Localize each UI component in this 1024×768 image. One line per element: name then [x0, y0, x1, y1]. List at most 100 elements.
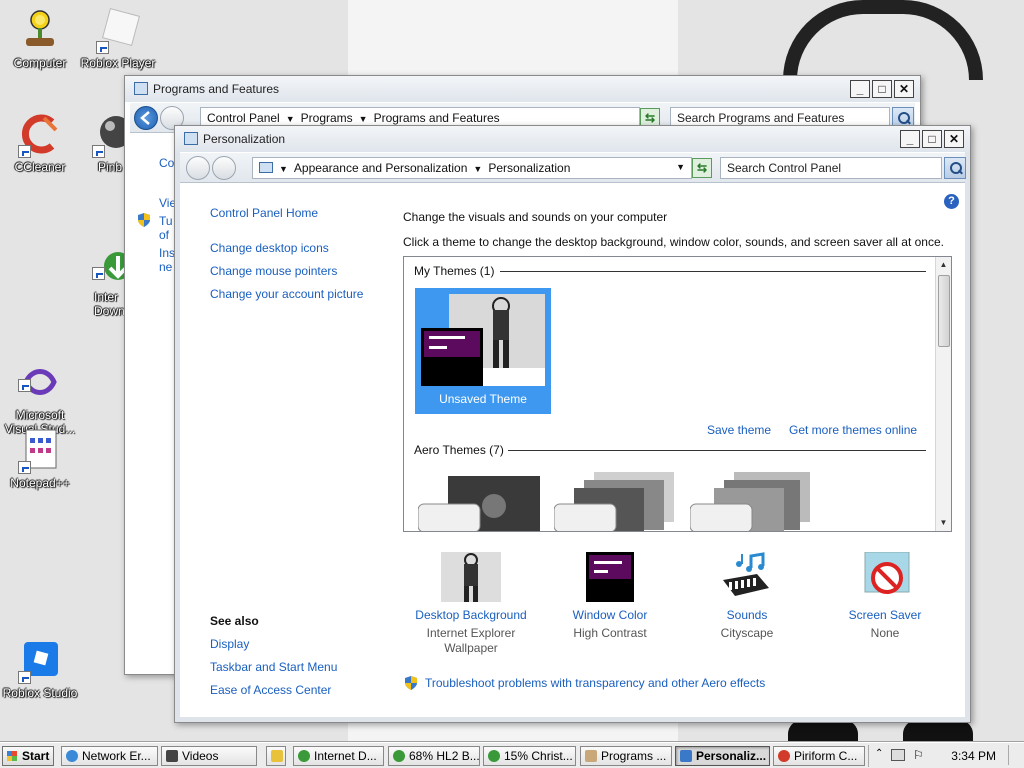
ccleaner-icon	[18, 112, 62, 158]
taskbar-item-videos[interactable]: Videos	[161, 746, 257, 766]
network-icon[interactable]	[891, 749, 905, 761]
sounds-item[interactable]: Sounds Cityscape	[687, 552, 807, 641]
back-button[interactable]	[186, 156, 210, 180]
desktop-icon-computer[interactable]: Computer	[0, 8, 80, 70]
theme-gallery[interactable]: My Themes (1) Unsaved Theme Save theme G…	[403, 256, 952, 532]
chevron-down-icon[interactable]: ▼	[279, 164, 288, 174]
change-account-picture-link[interactable]: Change your account picture	[210, 287, 363, 301]
aero-theme-windows[interactable]	[417, 472, 548, 531]
scroll-down-icon[interactable]: ▼	[936, 515, 951, 531]
sounds-icon	[717, 552, 777, 602]
taskbar-item-network-error[interactable]: Network Er...	[61, 746, 158, 766]
ease-of-access-link[interactable]: Ease of Access Center	[210, 683, 331, 697]
desktop: Computer Roblox Player CCleaner Pinb Int…	[0, 0, 1024, 742]
taskbar-start-menu-link[interactable]: Taskbar and Start Menu	[210, 660, 337, 674]
group-divider	[500, 271, 926, 272]
group-divider	[508, 450, 926, 451]
aero-theme-architecture[interactable]	[553, 472, 684, 531]
taskbar-item-hl2[interactable]: 68% HL2 B...	[388, 746, 480, 766]
flag-icon[interactable]: ⚐	[913, 748, 924, 762]
desktop-icon-label: Pinb	[98, 160, 123, 174]
chevron-up-icon[interactable]: ⌃	[875, 748, 883, 759]
troubleshoot-aero-link[interactable]: Troubleshoot problems with transparency …	[425, 676, 765, 690]
wallpaper-headphones	[783, 0, 983, 80]
aero-theme-landscapes[interactable]	[689, 472, 820, 531]
minimize-button[interactable]: _	[900, 130, 920, 148]
download-icon	[298, 750, 310, 762]
roblox-studio-icon	[18, 638, 62, 684]
taskbar-item-internet-d[interactable]: Internet D...	[293, 746, 384, 766]
theme-preview	[421, 294, 545, 386]
window-title: Programs and Features	[153, 82, 280, 96]
control-panel-icon	[134, 82, 148, 95]
refresh-button[interactable]: ⇆	[692, 158, 712, 178]
control-panel-home-link[interactable]: Control Panel Home	[210, 206, 318, 220]
taskbar-item-piriform[interactable]: Piriform C...	[773, 746, 865, 766]
breadcrumb-appearance[interactable]: Appearance and Personalization	[294, 161, 467, 175]
desktop-icon-roblox-player[interactable]: Roblox Player	[78, 8, 158, 70]
gallery-scrollbar[interactable]: ▲ ▼	[935, 257, 951, 531]
unsaved-theme-tile[interactable]: Unsaved Theme	[415, 288, 551, 414]
desktop-background-link[interactable]: Desktop Background	[415, 608, 526, 622]
desktop-icon-notepadpp[interactable]: Notepad++	[0, 428, 80, 490]
start-button[interactable]: Start	[2, 746, 54, 766]
taskbar-item-personalization[interactable]: Personaliz...	[675, 746, 770, 766]
scroll-up-icon[interactable]: ▲	[936, 257, 951, 273]
page-heading: Change the visuals and sounds on your co…	[403, 210, 668, 224]
help-icon[interactable]: ?	[944, 194, 959, 209]
taskbar-item-programs[interactable]: Programs ...	[580, 746, 672, 766]
see-also-heading: See also	[210, 614, 259, 628]
maximize-button[interactable]: □	[872, 80, 892, 98]
close-button[interactable]: ✕	[894, 80, 914, 98]
minimize-button[interactable]: _	[850, 80, 870, 98]
personalization-icon	[184, 132, 198, 145]
breadcrumb-personalization[interactable]: Personalization	[488, 161, 570, 175]
desktop-icon-internet-download[interactable]: Inter Down	[80, 220, 132, 332]
screen-saver-icon	[855, 551, 915, 602]
window-color-link[interactable]: Window Color	[573, 608, 648, 622]
close-button[interactable]: ✕	[944, 130, 964, 148]
show-desktop-icon	[271, 750, 283, 762]
personalization-titlebar[interactable]: Personalization _ □ ✕	[175, 126, 970, 152]
chevron-down-icon[interactable]: ▼	[676, 162, 685, 172]
folder-icon	[166, 750, 178, 762]
desktop-icon-pinball[interactable]: Pinb	[80, 112, 132, 174]
breadcrumb-control-panel[interactable]: Control Panel	[207, 111, 280, 125]
desktop-icon-ccleaner[interactable]: CCleaner	[0, 112, 80, 174]
search-button[interactable]	[944, 157, 966, 179]
maximize-button[interactable]: □	[922, 130, 942, 148]
personalization-window[interactable]: Personalization _ □ ✕ ▼ Appearance and Pe…	[174, 125, 971, 723]
window-color-item[interactable]: Window Color High Contrast	[550, 552, 670, 641]
change-mouse-pointers-link[interactable]: Change mouse pointers	[210, 264, 337, 278]
wallpaper-foot-right	[903, 720, 973, 742]
save-theme-link[interactable]: Save theme	[707, 423, 771, 437]
taskbar-item-desktop[interactable]	[266, 746, 286, 766]
scroll-thumb[interactable]	[938, 275, 950, 347]
show-desktop-button[interactable]	[1008, 745, 1020, 765]
forward-button[interactable]	[212, 156, 236, 180]
programs-titlebar[interactable]: Programs and Features _ □ ✕	[125, 76, 920, 102]
control-panel-search-input[interactable]: Search Control Panel	[720, 157, 942, 179]
personalization-breadcrumb[interactable]: ▼ Appearance and Personalization ▼ Personal…	[252, 157, 692, 179]
desktop-icon-roblox-studio[interactable]: Roblox Studio	[0, 638, 80, 700]
chevron-down-icon[interactable]: ▼	[359, 114, 368, 124]
desktop-background-item[interactable]: Desktop Background Internet Explorer Wal…	[411, 552, 531, 656]
internet-explorer-icon	[66, 750, 78, 762]
chevron-down-icon[interactable]: ▼	[286, 114, 295, 124]
display-link[interactable]: Display	[210, 637, 249, 651]
desktop-icon-label: Roblox Player	[80, 56, 156, 70]
sounds-link[interactable]: Sounds	[727, 608, 768, 622]
chevron-down-icon[interactable]: ▼	[473, 164, 482, 174]
taskbar-item-christ[interactable]: 15% Christ...	[483, 746, 576, 766]
download-icon	[393, 750, 405, 762]
breadcrumb-programs[interactable]: Programs	[301, 111, 353, 125]
get-more-themes-link[interactable]: Get more themes online	[789, 423, 917, 437]
change-desktop-icons-link[interactable]: Change desktop icons	[210, 241, 329, 255]
clock[interactable]: 3:34 PM	[951, 749, 996, 763]
back-button[interactable]	[134, 106, 158, 130]
screen-saver-item[interactable]: Screen Saver None	[825, 551, 945, 641]
breadcrumb-programs-and-features[interactable]: Programs and Features	[374, 111, 500, 125]
screen-saver-link[interactable]: Screen Saver	[849, 608, 922, 622]
back-arrow-icon	[140, 111, 150, 125]
system-tray: ⌃ ⚐ 3:34 PM	[868, 745, 1024, 767]
